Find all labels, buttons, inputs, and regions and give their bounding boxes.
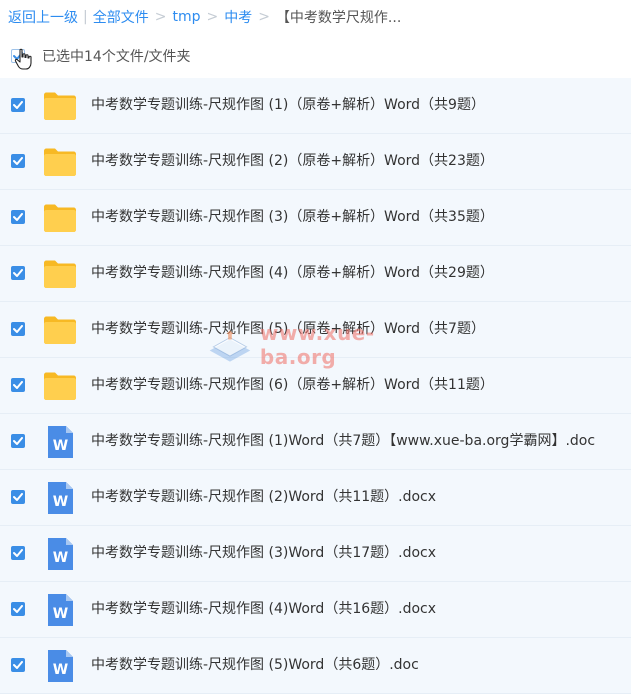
folder-icon xyxy=(43,315,77,345)
folder-icon xyxy=(43,91,77,121)
folder-row[interactable]: 中考数学专题训练-尺规作图 (4)（原卷+解析）Word（共29题） xyxy=(0,246,631,302)
checkmark-icon xyxy=(13,661,23,669)
folder-icon xyxy=(43,147,77,177)
file-row[interactable]: W 中考数学专题训练-尺规作图 (5)Word（共6题）.doc xyxy=(0,638,631,694)
folder-row[interactable]: 中考数学专题训练-尺规作图 (2)（原卷+解析）Word（共23题） xyxy=(0,134,631,190)
file-name[interactable]: 中考数学专题训练-尺规作图 (3)（原卷+解析）Word（共35题） xyxy=(91,190,494,245)
word-doc-icon: W xyxy=(43,426,77,458)
file-name[interactable]: 中考数学专题训练-尺规作图 (1)（原卷+解析）Word（共9题） xyxy=(91,78,485,133)
breadcrumb-zhongkao[interactable]: 中考 xyxy=(224,7,252,27)
row-checkbox[interactable] xyxy=(11,154,25,168)
folder-row[interactable]: 中考数学专题训练-尺规作图 (3)（原卷+解析）Word（共35题） xyxy=(0,190,631,246)
row-checkbox[interactable] xyxy=(11,210,25,224)
svg-text:W: W xyxy=(53,438,68,454)
breadcrumb-current: 【中考数学尺规作... xyxy=(275,10,402,26)
svg-text:W: W xyxy=(53,606,68,622)
checkmark-icon xyxy=(13,493,23,501)
breadcrumb-separator: > xyxy=(154,9,167,25)
file-name[interactable]: 中考数学专题训练-尺规作图 (5)Word（共6题）.doc xyxy=(91,638,419,693)
file-name[interactable]: 中考数学专题训练-尺规作图 (3)Word（共17题）.docx xyxy=(91,526,436,581)
row-checkbox[interactable] xyxy=(11,434,25,448)
file-list: 中考数学专题训练-尺规作图 (1)（原卷+解析）Word（共9题） 中考数学专题训… xyxy=(0,78,631,694)
file-name[interactable]: 中考数学专题训练-尺规作图 (1)Word（共7题）【www.xue-ba.or… xyxy=(91,414,595,469)
row-checkbox[interactable] xyxy=(11,602,25,616)
file-name[interactable]: 中考数学专题训练-尺规作图 (2)Word（共11题）.docx xyxy=(91,470,436,525)
breadcrumb: 返回上一级 | 全部文件 > tmp > 中考 > 【中考数学尺规作... xyxy=(0,0,631,34)
row-checkbox[interactable] xyxy=(11,378,25,392)
row-checkbox[interactable] xyxy=(11,546,25,560)
row-checkbox[interactable] xyxy=(11,322,25,336)
file-name[interactable]: 中考数学专题训练-尺规作图 (4)（原卷+解析）Word（共29题） xyxy=(91,246,494,301)
word-doc-icon: W xyxy=(43,482,77,514)
checkmark-icon xyxy=(13,549,23,557)
svg-text:W: W xyxy=(53,550,68,566)
checkmark-icon xyxy=(13,381,23,389)
word-doc-icon: W xyxy=(43,650,77,682)
hand-pointer-icon xyxy=(14,48,32,74)
word-doc-icon: W xyxy=(43,594,77,626)
file-row[interactable]: W 中考数学专题训练-尺规作图 (2)Word（共11题）.docx xyxy=(0,470,631,526)
checkmark-icon xyxy=(13,157,23,165)
breadcrumb-divider: | xyxy=(83,9,88,25)
checkmark-icon xyxy=(13,101,23,109)
breadcrumb-tmp[interactable]: tmp xyxy=(172,9,200,25)
folder-icon xyxy=(43,203,77,233)
back-link[interactable]: 返回上一级 xyxy=(8,7,78,27)
folder-row[interactable]: 中考数学专题训练-尺规作图 (1)（原卷+解析）Word（共9题） xyxy=(0,78,631,134)
file-row[interactable]: W 中考数学专题训练-尺规作图 (1)Word（共7题）【www.xue-ba.o… xyxy=(0,414,631,470)
row-checkbox[interactable] xyxy=(11,490,25,504)
row-checkbox[interactable] xyxy=(11,98,25,112)
breadcrumb-separator: > xyxy=(206,9,219,25)
file-name[interactable]: 中考数学专题训练-尺规作图 (6)（原卷+解析）Word（共11题） xyxy=(91,358,494,413)
breadcrumb-separator: > xyxy=(258,9,270,25)
file-name[interactable]: 中考数学专题训练-尺规作图 (4)Word（共16题）.docx xyxy=(91,582,436,637)
folder-row[interactable]: 中考数学专题训练-尺规作图 (5)（原卷+解析）Word（共7题） xyxy=(0,302,631,358)
folder-icon xyxy=(43,371,77,401)
breadcrumb-all-files[interactable]: 全部文件 xyxy=(93,7,149,27)
file-name[interactable]: 中考数学专题训练-尺规作图 (5)（原卷+解析）Word（共7题） xyxy=(91,302,485,357)
word-doc-icon: W xyxy=(43,538,77,570)
checkmark-icon xyxy=(13,325,23,333)
row-checkbox[interactable] xyxy=(11,266,25,280)
row-checkbox[interactable] xyxy=(11,658,25,672)
folder-icon xyxy=(43,259,77,289)
file-name[interactable]: 中考数学专题训练-尺规作图 (2)（原卷+解析）Word（共23题） xyxy=(91,134,494,189)
file-row[interactable]: W 中考数学专题训练-尺规作图 (3)Word（共17题）.docx xyxy=(0,526,631,582)
checkmark-icon xyxy=(13,269,23,277)
svg-text:W: W xyxy=(53,662,68,678)
checkmark-icon xyxy=(13,437,23,445)
checkmark-icon xyxy=(13,213,23,221)
checkmark-icon xyxy=(13,605,23,613)
select-all-row: 已选中14个文件/文件夹 xyxy=(0,34,631,78)
selection-count-label: 已选中14个文件/文件夹 xyxy=(42,49,191,65)
file-row[interactable]: W 中考数学专题训练-尺规作图 (4)Word（共16题）.docx xyxy=(0,582,631,638)
svg-text:W: W xyxy=(53,494,68,510)
folder-row[interactable]: 中考数学专题训练-尺规作图 (6)（原卷+解析）Word（共11题） xyxy=(0,358,631,414)
